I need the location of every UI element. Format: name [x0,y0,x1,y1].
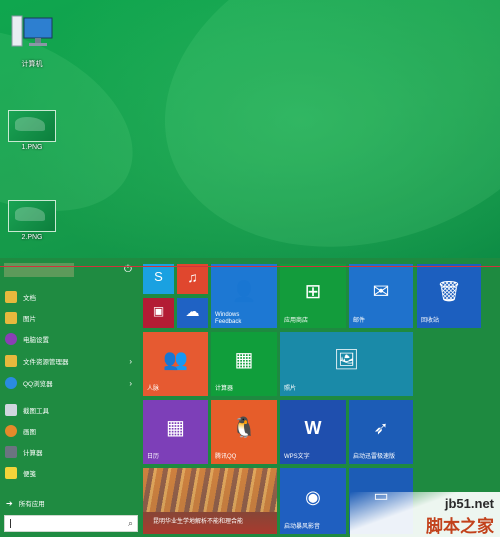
news-image [143,468,277,512]
wallpaper-swirl [123,0,500,298]
tile-label: 启动迅雷极速版 [353,454,396,460]
recycle-bin-icon: 🗑 [436,281,462,304]
start-item-label: 计算器 [23,450,43,457]
tile-label: 邮件 [353,318,366,324]
start-item-label: 截图工具 [23,408,49,415]
start-item-label: 文件资源管理器 [23,359,69,366]
calendar-icon: ▦ [166,417,185,440]
tile-label: 日历 [147,454,160,460]
start-item-sticky-notes[interactable]: 便笺 [0,464,140,482]
documents-icon [5,291,17,303]
store-icon: ⊞ [304,281,322,304]
tile-wps[interactable]: W WPS文字 [280,400,346,464]
desktop-icon-label: 计算机 [21,61,43,68]
feedback-icon: 👤 [231,281,257,304]
computer-icon [11,15,53,47]
paint-icon [5,425,17,437]
start-item-paint[interactable]: 画图 [0,422,140,440]
bird-icon: ➶ [373,418,389,439]
start-item-file-explorer[interactable]: 文件资源管理器 › [0,352,140,370]
tile-people[interactable]: 👥 人脉 [143,332,208,396]
tile-label: 腾讯QQ [215,454,237,460]
video-icon: ▣ [152,304,165,319]
image-file-icon [8,200,56,232]
start-item-pc-settings[interactable]: 电脑设置 [0,330,140,348]
tile-skype[interactable]: S [143,264,174,294]
tile-music[interactable]: ♫ [177,264,208,294]
start-item-calculator[interactable]: 计算器 [0,443,140,461]
people-icon: 👥 [163,349,188,372]
watermark-brand: 脚本之家 [426,517,494,536]
calculator-icon [5,446,17,458]
tile-recycle-bin[interactable]: 🗑 回收站 [417,264,481,328]
arrow-right-icon: ➔ [6,498,13,508]
start-item-snipping-tool[interactable]: 截图工具 [0,401,140,419]
all-apps-label: 所有应用 [18,501,45,508]
tile-store[interactable]: ⊞ 应用商店 [280,264,346,328]
watermark-site: jb51.net [444,496,494,511]
tile-windows-feedback[interactable]: 👤 Windows Feedback [211,264,277,328]
desktop-icon-computer[interactable]: 计算机 [0,12,64,69]
tile-baofeng[interactable]: ◉ 启动暴风影音 [280,468,346,534]
mail-icon: ✉ [372,281,390,304]
chevron-right-icon[interactable]: › [129,379,132,388]
baofeng-icon: ◉ [305,487,321,508]
qq-browser-icon [5,377,17,389]
settings-icon [5,333,17,345]
chevron-right-icon[interactable]: › [129,357,132,366]
start-item-documents[interactable]: 文档 [0,288,140,306]
wps-icon: W [304,418,322,439]
tile-onedrive[interactable]: ☁ [177,298,208,328]
desktop-icon-2png[interactable]: 2.PNG [0,200,64,241]
desktop-icon-label: 1.PNG [21,144,43,151]
tile-label: 回收站 [421,318,440,324]
tile-label: 照片 [284,386,297,392]
watermark: jb51.net 脚本之家 [350,492,500,537]
desktop-icon-1png[interactable]: 1.PNG [0,110,64,151]
calculator-icon: ▦ [234,349,254,372]
start-item-label: 文档 [23,295,36,302]
tile-label: 人脉 [147,386,160,392]
cloud-icon: ☁ [185,303,200,320]
photo-icon: 🖼 [333,349,360,372]
all-apps-button[interactable]: ➔ 所有应用 [0,494,140,512]
qq-penguin-icon: 🐧 [231,417,257,440]
snipping-tool-icon [5,404,17,416]
tile-label: 应用商店 [284,318,309,324]
tile-xunlei[interactable]: ➶ 启动迅雷极速版 [349,400,413,464]
pictures-icon [5,312,17,324]
start-item-label: 电脑设置 [23,337,49,344]
start-item-pictures[interactable]: 图片 [0,309,140,327]
tile-calendar[interactable]: ▦ 日历 [143,400,208,464]
tile-news[interactable]: 昆明华业生学地解析不能和理合能 [143,468,277,534]
start-item-qq-browser[interactable]: QQ浏览器 › [0,374,140,392]
start-item-label: 图片 [23,316,36,323]
skype-icon: S [154,269,163,285]
file-explorer-icon [5,355,17,367]
tile-mail[interactable]: ✉ 邮件 [349,264,413,328]
start-item-label: 画图 [23,429,36,436]
headphones-icon: ♫ [187,269,198,286]
start-menu: ⏻ 文档 图片 电脑设置 文件资源管理器 › QQ浏览器 › 截图工具 画图 计… [0,258,500,537]
start-search-input[interactable]: ⌕ [4,515,138,532]
sticky-notes-icon [5,467,17,479]
tile-photos[interactable]: 🖼 照片 [280,332,413,396]
start-menu-left-pane: ⏻ 文档 图片 电脑设置 文件资源管理器 › QQ浏览器 › 截图工具 画图 计… [0,258,140,537]
tile-tencent-qq[interactable]: 🐧 腾讯QQ [211,400,277,464]
tile-calculator[interactable]: ▦ 计算器 [211,332,277,396]
tile-label: 昆明华业生学地解析不能和理合能 [153,519,244,525]
tile-label: 启动暴风影音 [284,524,321,530]
image-file-icon [8,110,56,142]
start-item-label: 便笺 [23,471,36,478]
desktop-icon-label: 2.PNG [21,234,43,241]
start-item-label: QQ浏览器 [23,381,53,388]
tile-label: 计算器 [215,386,234,392]
divider-line [0,266,500,267]
text-cursor [10,519,11,528]
tile-label: Windows Feedback [215,312,242,325]
search-icon[interactable]: ⌕ [128,518,133,529]
tile-label: WPS文字 [284,454,310,460]
tile-video[interactable]: ▣ [143,298,174,328]
